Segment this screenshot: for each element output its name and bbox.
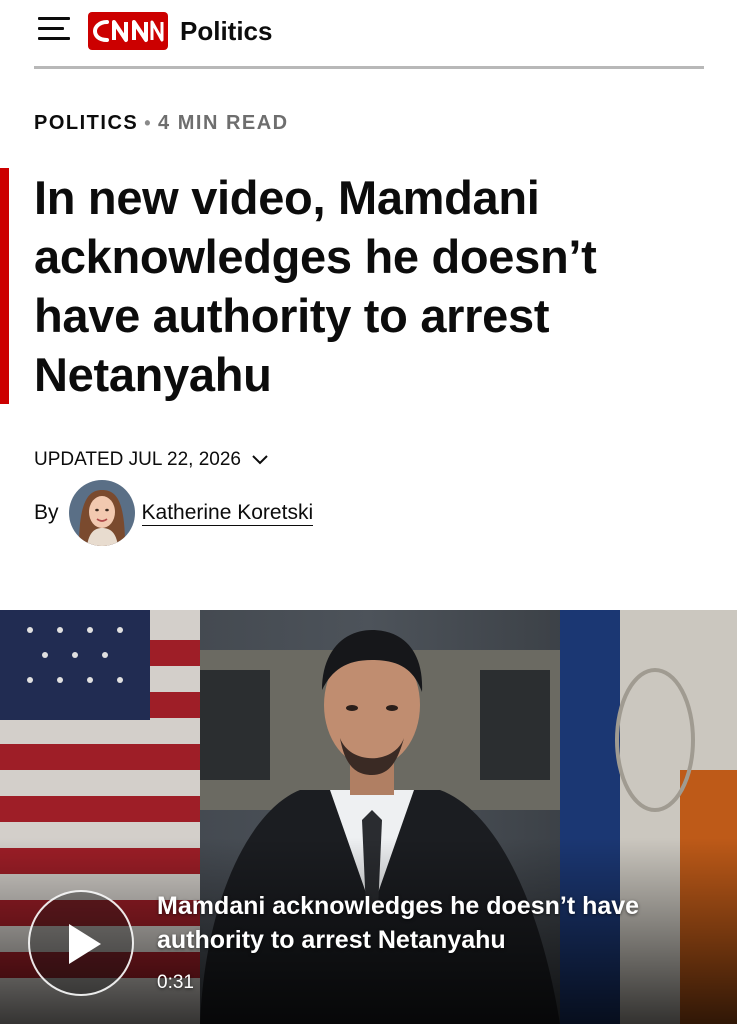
by-label: By (34, 501, 59, 524)
updated-timestamp[interactable]: UPDATED JUL 22, 2026 (34, 448, 269, 472)
site-header: Politics (0, 0, 737, 70)
page-title: In new video, Mamdani acknowledges he do… (34, 171, 597, 401)
menu-icon[interactable] (38, 16, 70, 42)
cnn-logo[interactable] (88, 12, 168, 50)
video-duration: 0:31 (157, 972, 194, 993)
headline-accent-bar (0, 168, 9, 404)
play-button[interactable] (28, 890, 134, 996)
byline: By Katherine Koretski (34, 479, 314, 547)
chevron-down-icon (252, 455, 268, 465)
updated-text: UPDATED JUL 22, 2026 (34, 449, 241, 470)
author-avatar[interactable] (68, 480, 135, 546)
category-label[interactable]: POLITICS (34, 112, 138, 134)
play-icon (69, 924, 101, 964)
section-title[interactable]: Politics (180, 14, 272, 48)
article-meta: POLITICS • 4 MIN READ (34, 111, 289, 135)
author-link[interactable]: Katherine Koretski (141, 501, 314, 526)
video-title[interactable]: Mamdani acknowledges he doesn’t have aut… (157, 889, 717, 957)
meta-separator: • (144, 113, 153, 133)
read-time: 4 MIN READ (158, 112, 289, 134)
header-divider (34, 66, 704, 69)
